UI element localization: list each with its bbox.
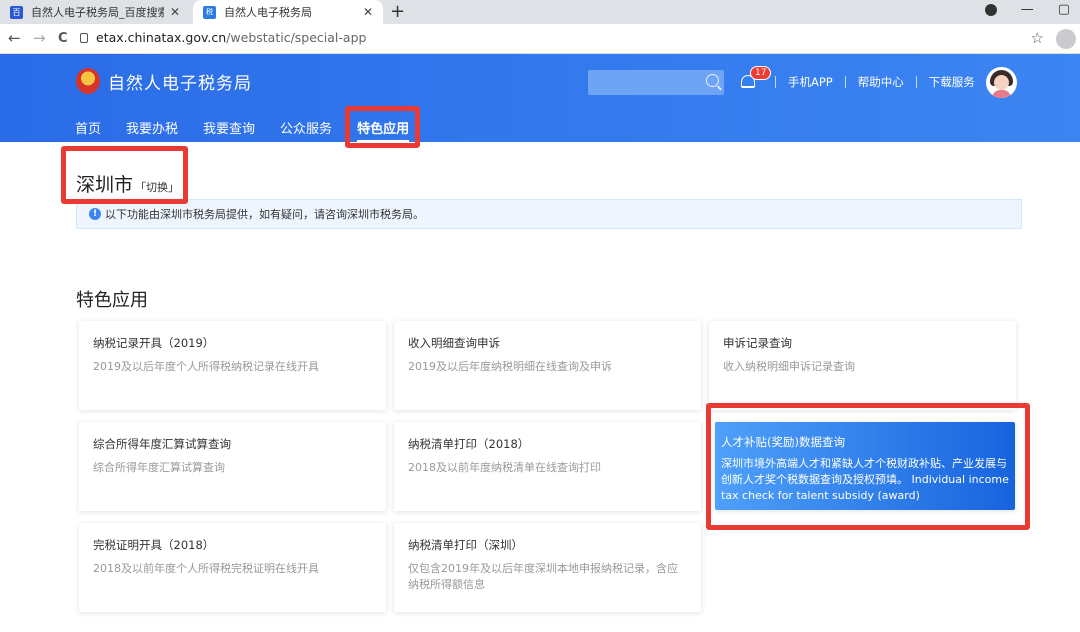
search-input[interactable] <box>588 70 698 95</box>
card-desc: 收入纳税明细申诉记录查询 <box>723 360 855 373</box>
back-button[interactable]: ← <box>8 29 21 47</box>
tab-title: 自然人电子税务局_百度搜索 <box>31 6 164 19</box>
lock-icon <box>80 32 88 43</box>
app-card-tax-certificate-2018[interactable]: 完税证明开具（2018） 2018及以前年度个人所得税完税证明在线开具 <box>79 523 386 612</box>
section-title: 特色应用 <box>76 290 148 311</box>
baidu-paw-icon: 百 <box>10 5 23 19</box>
card-desc: 2018及以前年度纳税清单在线查询打印 <box>408 461 601 474</box>
header-links: 手机APP 帮助中心 下载服务 <box>775 74 975 90</box>
notification-bell[interactable]: 17 <box>739 66 772 92</box>
tax-bureau-icon: 税 <box>203 5 216 19</box>
url-path: /webstatic/special-app <box>226 30 367 45</box>
annotation-box-card <box>706 403 1030 530</box>
url-host: etax.chinatax.gov.cn <box>96 30 227 45</box>
app-card-appeal-records[interactable]: 申诉记录查询 收入纳税明细申诉记录查询 <box>709 321 1016 410</box>
card-title: 完税证明开具（2018） <box>93 538 215 552</box>
search-icon[interactable] <box>706 74 719 87</box>
browser-tab-etax[interactable]: 税 自然人电子税务局 ✕ <box>193 0 383 24</box>
card-title: 申诉记录查询 <box>723 336 792 350</box>
notice-text: 以下功能由深圳市税务局提供，如有疑问，请咨询深圳市税务局。 <box>105 208 424 221</box>
search-box[interactable] <box>588 70 724 95</box>
logo-text: 自然人电子税务局 <box>108 73 252 94</box>
address-bar: ← → C etax.chinatax.gov.cn/webstatic/spe… <box>0 24 1080 54</box>
annotation-box-city <box>61 146 188 204</box>
help-center-link[interactable]: 帮助中心 <box>858 74 904 90</box>
avatar-face <box>994 75 1009 90</box>
avatar-body <box>992 90 1011 98</box>
app-card-tax-record-2019[interactable]: 纳税记录开具（2019） 2019及以后年度个人所得税纳税记录在线开具 <box>79 321 386 410</box>
minimize-icon[interactable]: — <box>1021 2 1034 17</box>
divider <box>775 76 776 88</box>
card-desc: 2018及以前年度个人所得税完税证明在线开具 <box>93 562 319 575</box>
nav-tax-handling[interactable]: 我要办税 <box>126 118 178 142</box>
card-desc: 综合所得年度汇算试算查询 <box>93 461 225 474</box>
nav-public-service[interactable]: 公众服务 <box>280 118 332 142</box>
browser-tab-baidu[interactable]: 百 自然人电子税务局_百度搜索 ✕ <box>0 0 190 24</box>
card-title: 收入明细查询申诉 <box>408 336 500 350</box>
download-service-link[interactable]: 下载服务 <box>929 74 975 90</box>
new-tab-button[interactable]: + <box>390 1 405 22</box>
maximize-icon[interactable]: ▢ <box>1058 2 1070 17</box>
nav-home[interactable]: 首页 <box>75 118 101 142</box>
avatar[interactable] <box>986 67 1017 98</box>
card-desc: 2019及以后年度个人所得税纳税记录在线开具 <box>93 360 319 373</box>
app-card-tax-list-2018[interactable]: 纳税清单打印（2018） 2018及以前年度纳税清单在线查询打印 <box>394 422 701 511</box>
card-title: 纳税清单打印（2018） <box>408 437 530 451</box>
close-icon[interactable]: ✕ <box>170 5 180 19</box>
card-desc: 2019及以后年度纳税明细在线查询及申诉 <box>408 360 612 373</box>
reload-button[interactable]: C <box>58 31 68 46</box>
window-controls: — ▢ <box>984 2 1070 17</box>
url-field[interactable]: etax.chinatax.gov.cn/webstatic/special-a… <box>80 30 366 45</box>
card-title: 纳税记录开具（2019） <box>93 336 215 350</box>
browser-tab-bar: 百 自然人电子税务局_百度搜索 ✕ 税 自然人电子税务局 ✕ + — ▢ <box>0 0 1080 24</box>
record-icon[interactable] <box>984 3 997 16</box>
app-card-annual-settlement[interactable]: 综合所得年度汇算试算查询 综合所得年度汇算试算查询 <box>79 422 386 511</box>
site-logo[interactable]: 自然人电子税务局 <box>76 68 252 94</box>
divider <box>844 76 846 88</box>
profile-icon[interactable] <box>1056 29 1076 49</box>
tab-title: 自然人电子税务局 <box>224 6 312 19</box>
card-desc: 仅包含2019年及以后年度深圳本地申报纳税记录，含应纳税所得额信息 <box>408 562 678 591</box>
national-emblem-icon <box>76 68 100 94</box>
app-card-tax-list-shenzhen[interactable]: 纳税清单打印（深圳） 仅包含2019年及以后年度深圳本地申报纳税记录，含应纳税所… <box>394 523 701 612</box>
info-icon: ! <box>89 208 101 220</box>
star-icon[interactable]: ☆ <box>1031 29 1044 47</box>
nav-query[interactable]: 我要查询 <box>203 118 255 142</box>
mobile-app-link[interactable]: 手机APP <box>788 74 833 90</box>
forward-button[interactable]: → <box>33 29 46 47</box>
card-title: 纳税清单打印（深圳） <box>408 538 523 552</box>
card-title: 综合所得年度汇算试算查询 <box>93 437 231 451</box>
annotation-box-nav <box>345 106 420 148</box>
site-header: 自然人电子税务局 17 手机APP 帮助中心 下载服务 首页 我要办税 我要查询… <box>0 54 1080 142</box>
divider <box>915 76 917 88</box>
close-icon[interactable]: ✕ <box>363 5 373 19</box>
app-card-income-appeal[interactable]: 收入明细查询申诉 2019及以后年度纳税明细在线查询及申诉 <box>394 321 701 410</box>
info-notice: ! 以下功能由深圳市税务局提供，如有疑问，请咨询深圳市税务局。 <box>76 199 1022 229</box>
notification-badge: 17 <box>750 66 772 80</box>
